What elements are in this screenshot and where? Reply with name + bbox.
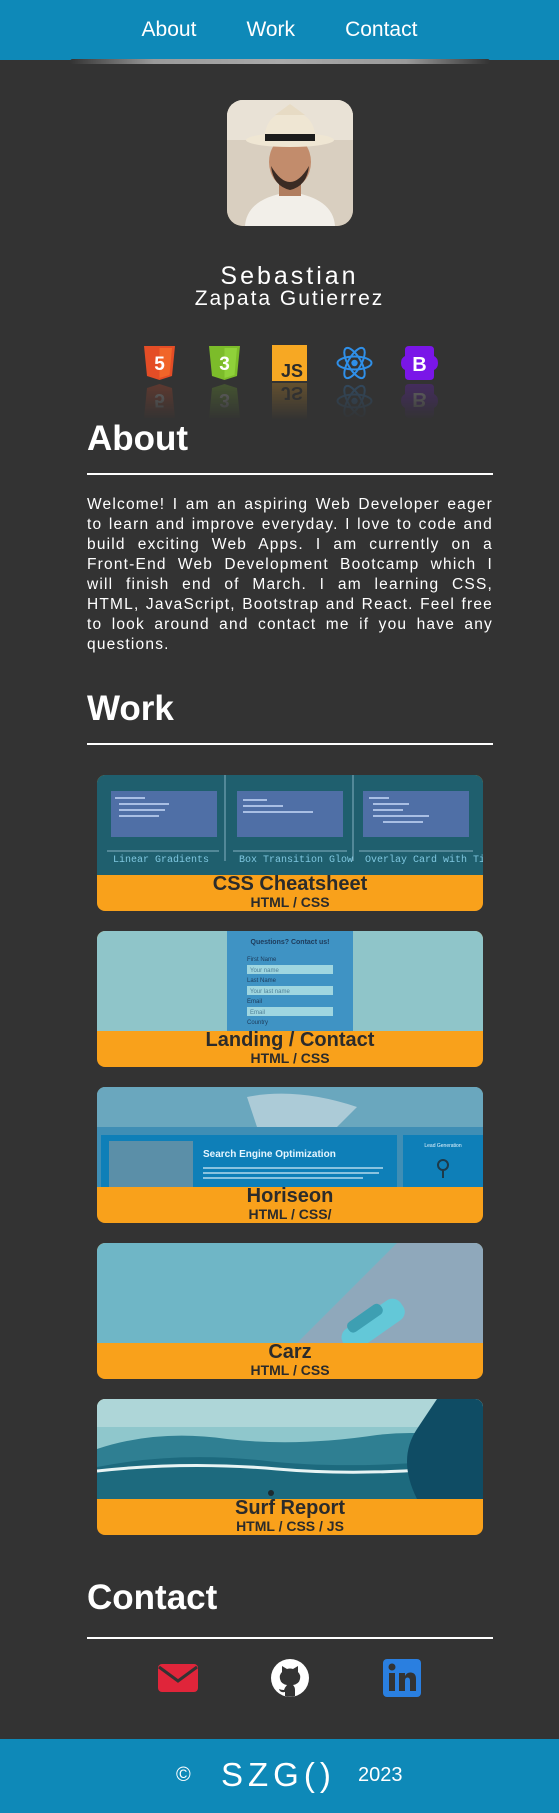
nav-link-work[interactable]: Work <box>246 18 295 42</box>
css3-icon: 3 3 <box>206 344 243 420</box>
svg-text:JS: JS <box>281 361 303 381</box>
github-icon[interactable] <box>269 1658 311 1698</box>
about-text: Welcome! I am an aspiring Web Developer … <box>87 496 493 653</box>
landing-field-placeholder: Email <box>250 1010 265 1016</box>
contact-heading: Contact <box>87 1578 218 1617</box>
footer-year: 2023 <box>358 1764 403 1786</box>
nav-link-about[interactable]: About <box>142 18 197 42</box>
tech-stack: 5 5 3 3 JS JS B B <box>0 344 559 420</box>
cheatsheet-label-3: Overlay Card with Title <box>365 854 483 866</box>
html5-icon: 5 5 <box>141 344 178 420</box>
svg-text:5: 5 <box>154 354 165 375</box>
project-tech: HTML / CSS/ <box>248 1206 332 1222</box>
svg-text:3: 3 <box>219 389 230 410</box>
project-screenshot: Questions? Contact us! First Name Last N… <box>97 931 483 1031</box>
react-icon <box>336 344 373 420</box>
landing-field-placeholder: Your name <box>250 968 279 974</box>
project-tech: HTML / CSS <box>250 1050 330 1066</box>
profile-last-name: Zapata Gutierrez <box>194 287 385 310</box>
profile-photo <box>227 100 353 226</box>
project-screenshot: Search Engine Optimization Lead Generati… <box>97 1087 483 1187</box>
copyright-symbol: © <box>176 1764 191 1786</box>
svg-text:B: B <box>412 388 426 410</box>
contact-links <box>0 1658 559 1698</box>
project-title: Surf Report <box>235 1497 345 1519</box>
landing-field-label: Email <box>247 999 262 1005</box>
nav-link-contact[interactable]: Contact <box>345 18 417 42</box>
project-card-landing-contact[interactable]: Questions? Contact us! First Name Last N… <box>97 931 483 1067</box>
landing-field-label: Country <box>247 1020 268 1026</box>
svg-text:B: B <box>412 354 426 376</box>
landing-field-label: Last Name <box>247 978 277 984</box>
project-title: Horiseon <box>246 1185 334 1207</box>
project-title: CSS Cheatsheet <box>212 873 368 895</box>
landing-field-placeholder: Your last name <box>250 989 290 995</box>
cheatsheet-label-1: Linear Gradients <box>113 854 209 866</box>
about-heading: About <box>87 419 189 458</box>
contact-divider <box>87 1637 493 1639</box>
cheatsheet-label-2: Box Transition Glow <box>239 854 353 866</box>
project-screenshot: Linear Gradients Box Transition Glow Ove… <box>97 775 483 875</box>
svg-text:JS: JS <box>281 383 303 403</box>
project-tech: HTML / CSS <box>250 1362 330 1378</box>
top-nav: About Work Contact <box>0 0 559 60</box>
bootstrap-icon: B B <box>401 344 438 420</box>
email-icon[interactable] <box>157 1658 199 1698</box>
project-title: Landing / Contact <box>205 1029 375 1051</box>
javascript-icon: JS JS <box>271 344 308 420</box>
svg-text:5: 5 <box>154 389 165 410</box>
about-divider <box>87 473 493 475</box>
nav-divider <box>70 59 490 64</box>
project-tech: HTML / CSS / JS <box>236 1518 344 1534</box>
work-divider <box>87 743 493 745</box>
project-card-surf-report[interactable]: Surf Report HTML / CSS / JS <box>97 1399 483 1535</box>
footer: © SZG() 2023 <box>0 1739 559 1813</box>
work-heading: Work <box>87 689 174 728</box>
project-card-css-cheatsheet[interactable]: Linear Gradients Box Transition Glow Ove… <box>97 775 483 911</box>
svg-text:3: 3 <box>219 354 230 375</box>
project-screenshot <box>97 1243 483 1343</box>
project-title: Carz <box>268 1341 312 1363</box>
landing-field-label: First Name <box>247 957 277 963</box>
horiseon-heading: Search Engine Optimization <box>203 1149 336 1160</box>
project-card-carz[interactable]: Carz HTML / CSS <box>97 1243 483 1379</box>
footer-brand: SZG() <box>221 1756 336 1793</box>
horiseon-side: Lead Generation <box>424 1143 461 1149</box>
project-card-horiseon[interactable]: Search Engine Optimization Lead Generati… <box>97 1087 483 1223</box>
project-tech: HTML / CSS <box>250 894 330 910</box>
project-screenshot <box>97 1399 483 1499</box>
landing-heading: Questions? Contact us! <box>251 939 330 946</box>
linkedin-icon[interactable] <box>381 1658 423 1698</box>
